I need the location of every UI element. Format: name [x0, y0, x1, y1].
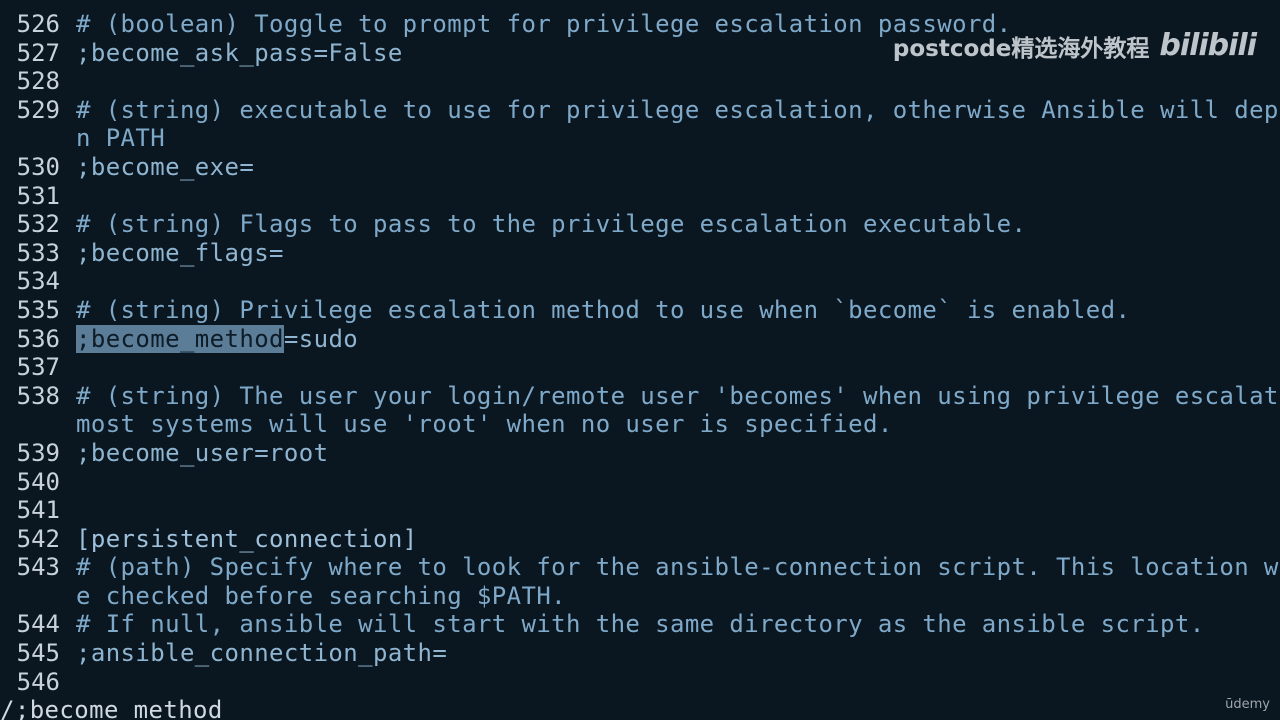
line-text: # (string) The user your login/remote us…: [76, 381, 1279, 410]
line-number: 545: [16, 639, 60, 668]
gutter-gap: [60, 468, 76, 497]
editor-line[interactable]: 529 # (string) executable to use for priv…: [0, 96, 1280, 125]
editor-line[interactable]: 535 # (string) Privilege escalation metho…: [0, 296, 1280, 325]
editor-line[interactable]: 530 ;become_exe=: [0, 153, 1280, 182]
gutter-gap: [60, 639, 76, 668]
line-number: 542: [16, 524, 60, 553]
gutter-gap: [60, 267, 76, 296]
line-number: 533: [16, 238, 60, 267]
editor-line[interactable]: 533 ;become_flags=: [0, 239, 1280, 268]
gutter-gap: [60, 610, 76, 639]
line-text: ;become_flags=: [76, 238, 284, 267]
line-number: [0, 582, 60, 611]
editor-line[interactable]: 538 # (string) The user your login/remote…: [0, 382, 1280, 411]
line-text: ;become_ask_pass=False: [76, 38, 403, 67]
bilibili-logo: bilibili: [1159, 28, 1257, 63]
search-match-highlight: ;become_method: [76, 324, 284, 353]
gutter-gap: [60, 410, 76, 439]
gutter-gap: [60, 67, 76, 96]
line-text: # (boolean) Toggle to prompt for privile…: [76, 10, 1012, 38]
line-text: # If null, ansible will start with the s…: [76, 610, 1205, 639]
line-number: 531: [16, 181, 60, 210]
editor-line[interactable]: 537: [0, 353, 1280, 382]
vim-editor[interactable]: 526 # (boolean) Toggle to prompt for priv…: [0, 10, 1280, 696]
editor-line[interactable]: 541: [0, 496, 1280, 525]
gutter-gap: [60, 353, 76, 382]
gutter-gap: [60, 296, 76, 325]
editor-line[interactable]: 546: [0, 668, 1280, 697]
gutter-gap: [60, 210, 76, 239]
gutter-gap: [60, 668, 76, 697]
line-text: most systems will use 'root' when no use…: [76, 410, 893, 439]
gutter-gap: [60, 96, 76, 125]
line-number: 538: [16, 381, 60, 410]
gutter-gap: [60, 382, 76, 411]
line-number: [0, 124, 60, 153]
editor-line[interactable]: e checked before searching $PATH.: [0, 582, 1280, 611]
gutter-gap: [60, 582, 76, 611]
watermark: postcode精选海外教程 bilibili: [892, 28, 1257, 63]
watermark-text: postcode精选海外教程: [892, 35, 1150, 62]
line-text: ;become_exe=: [76, 152, 255, 181]
gutter-gap: [60, 153, 76, 182]
line-number: 537: [16, 353, 60, 382]
line-number: 546: [16, 667, 60, 696]
gutter-gap: [60, 239, 76, 268]
gutter-gap: [60, 39, 76, 68]
editor-line[interactable]: 532 # (string) Flags to pass to the privi…: [0, 210, 1280, 239]
gutter-gap: [60, 525, 76, 554]
gutter-gap: [60, 496, 76, 525]
udemy-logo: ūdemy: [1225, 697, 1270, 712]
line-number: 541: [16, 496, 60, 525]
line-text: n PATH: [76, 124, 166, 153]
line-text: ;become_user=root: [76, 438, 329, 467]
line-text: e checked before searching $PATH.: [76, 581, 567, 610]
line-text: [persistent_connection]: [76, 524, 418, 553]
editor-line[interactable]: n PATH: [0, 124, 1280, 153]
line-number: 528: [16, 67, 60, 96]
line-number: 535: [16, 295, 60, 324]
line-text: # (path) Specify where to look for the a…: [76, 553, 1279, 582]
line-number: [0, 410, 60, 439]
line-number: 530: [16, 152, 60, 181]
editor-line[interactable]: 543 # (path) Specify where to look for th…: [0, 553, 1280, 582]
line-number: 529: [16, 95, 60, 124]
terminal-screen: 526 # (boolean) Toggle to prompt for priv…: [0, 0, 1280, 720]
vim-command-line[interactable]: /;become_method: [0, 696, 223, 720]
line-number: 526: [16, 10, 60, 38]
editor-line[interactable]: 531: [0, 182, 1280, 211]
gutter-gap: [60, 439, 76, 468]
editor-line[interactable]: 528: [0, 67, 1280, 96]
line-text: # (string) Privilege escalation method t…: [76, 295, 1131, 324]
editor-line[interactable]: 534: [0, 267, 1280, 296]
line-text: ;ansible_connection_path=: [76, 639, 448, 668]
line-text: ;become_method=sudo: [76, 324, 359, 354]
editor-line[interactable]: 542 [persistent_connection]: [0, 525, 1280, 554]
line-text: # (string) executable to use for privile…: [76, 95, 1279, 124]
editor-line[interactable]: 539 ;become_user=root: [0, 439, 1280, 468]
gutter-gap: [60, 325, 76, 354]
editor-line[interactable]: 545 ;ansible_connection_path=: [0, 639, 1280, 668]
editor-line[interactable]: most systems will use 'root' when no use…: [0, 410, 1280, 439]
gutter-gap: [60, 10, 76, 39]
editor-line[interactable]: 540: [0, 468, 1280, 497]
line-number: 539: [16, 438, 60, 467]
gutter-gap: [60, 553, 76, 582]
line-number: 532: [16, 210, 60, 239]
editor-line[interactable]: 536 ;become_method=sudo: [0, 324, 1280, 354]
line-number: 536: [16, 324, 60, 353]
line-text: # (string) Flags to pass to the privileg…: [76, 210, 1027, 239]
gutter-gap: [60, 182, 76, 211]
line-number: 540: [16, 467, 60, 496]
line-text-rest: =sudo: [283, 324, 359, 353]
gutter-gap: [60, 124, 76, 153]
line-number: 543: [16, 553, 60, 582]
line-number: 534: [16, 267, 60, 296]
line-number: 544: [16, 610, 60, 639]
line-number: 527: [16, 38, 60, 67]
editor-line[interactable]: 544 # If null, ansible will start with th…: [0, 610, 1280, 639]
